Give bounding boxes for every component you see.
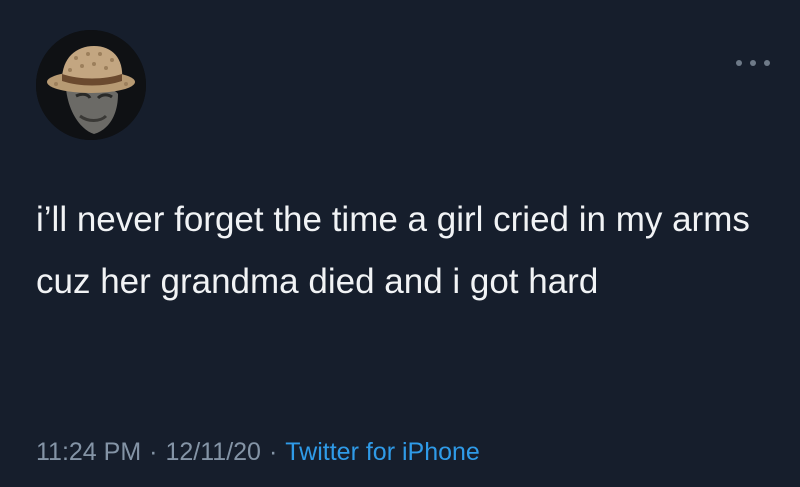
tweet-meta: 11:24 PM · 12/11/20 · Twitter for iPhone xyxy=(36,436,480,468)
more-dot xyxy=(736,60,742,66)
user-avatar-icon[interactable] xyxy=(36,30,146,140)
meta-separator: · xyxy=(149,438,158,466)
tweet-text: i’ll never forget the time a girl cried … xyxy=(36,200,750,301)
tweet-date: 12/11/20 xyxy=(165,438,261,466)
tweet-time: 11:24 PM xyxy=(36,438,142,466)
meta-separator: · xyxy=(268,438,278,466)
tweet-card: i’ll never forget the time a girl cried … xyxy=(0,0,800,487)
avatar-image xyxy=(36,30,146,140)
more-dot xyxy=(764,60,770,66)
more-dot xyxy=(750,60,756,66)
tweet-source-link[interactable]: Twitter for iPhone xyxy=(285,438,480,466)
more-options-icon[interactable] xyxy=(736,56,770,70)
